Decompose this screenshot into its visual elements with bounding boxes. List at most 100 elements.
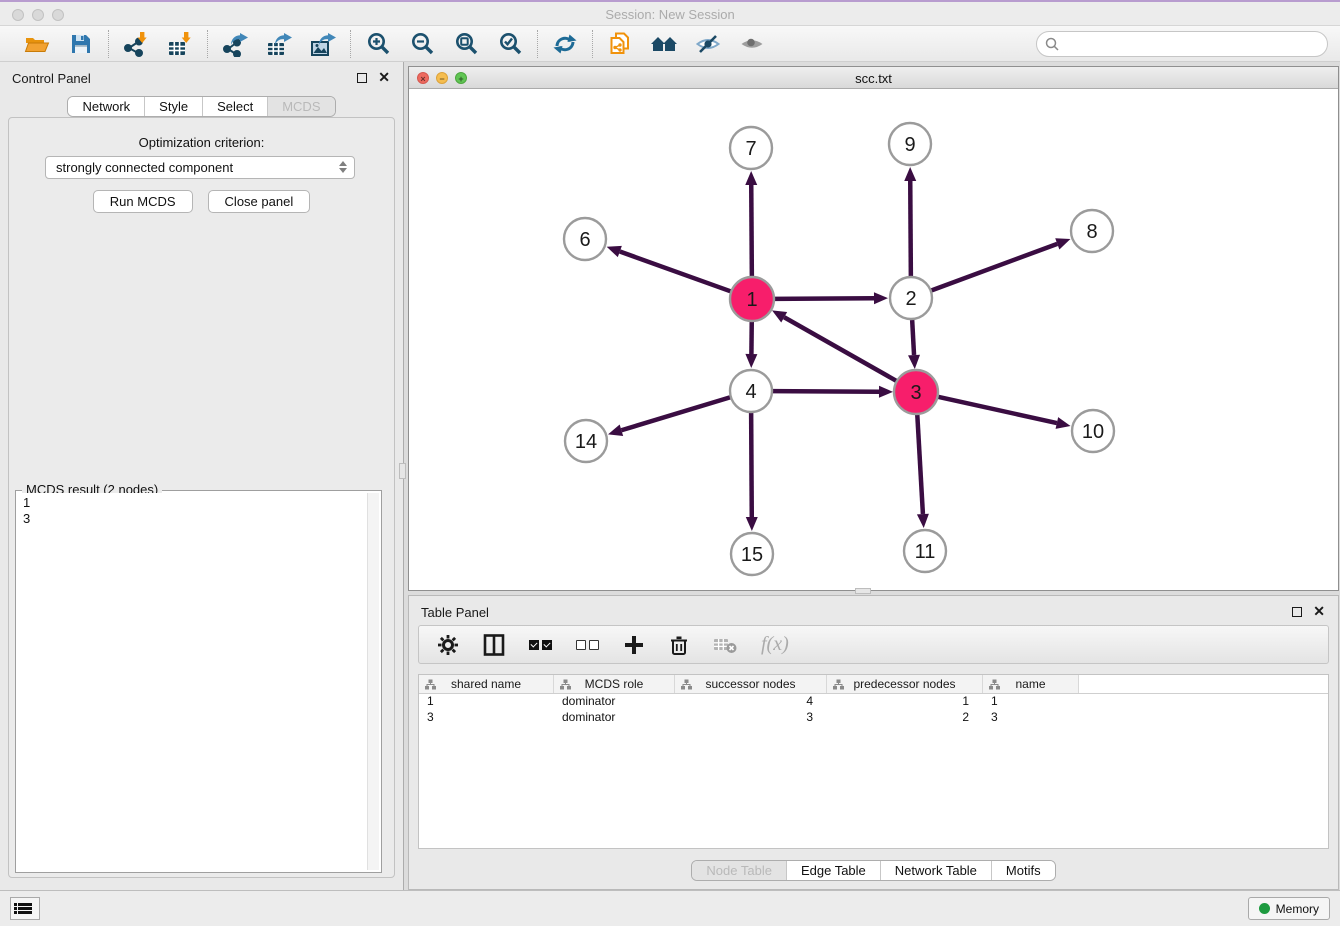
titlebar: Session: New Session	[0, 0, 1340, 26]
graph-node-label: 10	[1082, 421, 1104, 443]
graph-edge-4-15[interactable]	[751, 413, 752, 517]
memory-button[interactable]: Memory	[1248, 897, 1330, 920]
tab-network[interactable]: Network	[68, 97, 145, 116]
graph-edge-3-10[interactable]	[937, 397, 1056, 423]
split-columns-icon[interactable]	[483, 634, 505, 656]
memory-label: Memory	[1276, 902, 1319, 916]
tab-motifs[interactable]: Motifs	[992, 861, 1055, 880]
task-history-button[interactable]	[10, 897, 40, 920]
graph-edge-arrowhead	[1055, 238, 1070, 249]
graph-edge-1-2[interactable]	[774, 298, 874, 299]
network-view-window: × − + scc.txt 1234678910111415	[408, 66, 1339, 591]
graph-node-label: 4	[745, 381, 756, 403]
graph-edge-2-9[interactable]	[910, 181, 911, 276]
table-panel-tabs: Node TableEdge TableNetwork TableMotifs	[691, 860, 1055, 881]
save-session-icon[interactable]	[67, 30, 95, 58]
zoom-in-icon[interactable]	[364, 30, 392, 58]
home-layout-icon[interactable]	[650, 30, 678, 58]
show-panels-eye-icon[interactable]	[738, 30, 766, 58]
graph-edge-2-8[interactable]	[932, 244, 1058, 291]
status-bar: Memory	[0, 890, 1340, 926]
cell-mcds-role[interactable]: dominator	[554, 694, 675, 710]
tab-mcds[interactable]: MCDS	[268, 97, 334, 116]
memory-status-icon	[1259, 903, 1270, 914]
graph-edge-arrowhead	[1056, 417, 1071, 429]
column-header-predecessor-nodes[interactable]: predecessor nodes	[827, 675, 983, 693]
mcds-result-list[interactable]: 13	[18, 493, 367, 870]
horizontal-splitter-handle[interactable]	[855, 588, 871, 594]
refresh-layout-icon[interactable]	[551, 30, 579, 58]
tab-edge-table[interactable]: Edge Table	[787, 861, 881, 880]
export-image-icon[interactable]	[309, 30, 337, 58]
zoom-selected-icon[interactable]	[496, 30, 524, 58]
add-column-plus-icon[interactable]	[623, 634, 645, 656]
tab-style[interactable]: Style	[145, 97, 203, 116]
cell-name[interactable]: 3	[983, 710, 1079, 726]
search-input[interactable]	[1036, 31, 1328, 57]
table-header-row: shared nameMCDS rolesuccessor nodesprede…	[419, 675, 1328, 694]
cell-successor-nodes[interactable]: 3	[675, 710, 827, 726]
tab-select[interactable]: Select	[203, 97, 268, 116]
column-header-name[interactable]: name	[983, 675, 1079, 693]
graph-edge-3-1[interactable]	[784, 317, 897, 381]
export-network-icon[interactable]	[221, 30, 249, 58]
table-row[interactable]: 3dominator323	[419, 710, 1328, 726]
graph-node-label: 2	[905, 288, 916, 310]
network-window-titlebar[interactable]: × − + scc.txt	[409, 67, 1338, 89]
zoom-out-icon[interactable]	[408, 30, 436, 58]
table-panel-maximize-icon[interactable]	[1292, 607, 1302, 617]
column-header-successor-nodes[interactable]: successor nodes	[675, 675, 827, 693]
table-row[interactable]: 1dominator411	[419, 694, 1328, 710]
optimization-criterion-select[interactable]: strongly connected component	[45, 156, 355, 179]
result-scrollbar[interactable]	[367, 493, 379, 870]
control-panel-maximize-icon[interactable]	[357, 73, 367, 83]
graph-edge-arrowhead	[879, 386, 893, 398]
cell-mcds-role[interactable]: dominator	[554, 710, 675, 726]
open-session-icon[interactable]	[23, 30, 51, 58]
cell-predecessor-nodes[interactable]: 2	[827, 710, 983, 726]
export-table-icon[interactable]	[265, 30, 293, 58]
graph-edge-1-6[interactable]	[620, 252, 731, 292]
column-header-mcds-role[interactable]: MCDS role	[554, 675, 675, 693]
graph-edge-arrowhead	[917, 514, 929, 528]
table-panel-close-icon[interactable]: ✕	[1313, 603, 1325, 620]
mcds-result-box: MCDS result (2 nodes) 13	[15, 490, 382, 873]
zoom-fit-icon[interactable]	[452, 30, 480, 58]
cell-name[interactable]: 1	[983, 694, 1079, 710]
graph-edge-2-3[interactable]	[912, 320, 914, 355]
graph-edge-1-7[interactable]	[751, 185, 752, 277]
table-body: 1dominator4113dominator323	[419, 694, 1328, 726]
table-settings-gear-icon[interactable]	[437, 634, 459, 656]
cell-successor-nodes[interactable]: 4	[675, 694, 827, 710]
graph-edge-arrowhead	[908, 355, 920, 369]
list-icon	[18, 902, 32, 916]
run-mcds-button[interactable]: Run MCDS	[93, 190, 193, 213]
control-panel-close-icon[interactable]: ✕	[378, 69, 390, 86]
duplicate-network-icon[interactable]	[606, 30, 634, 58]
tab-network-table[interactable]: Network Table	[881, 861, 992, 880]
import-table-icon[interactable]	[166, 30, 194, 58]
import-network-icon[interactable]	[122, 30, 150, 58]
deselect-all-checkboxes-icon[interactable]	[576, 640, 599, 650]
vertical-splitter-handle[interactable]	[399, 463, 406, 479]
network-graph: 1234678910111415	[409, 89, 1338, 590]
tab-node-table[interactable]: Node Table	[692, 861, 787, 880]
delete-table-icon	[713, 636, 737, 654]
close-panel-button[interactable]: Close panel	[208, 190, 311, 213]
select-stepper-icon	[339, 161, 347, 173]
select-all-checkboxes-icon[interactable]	[529, 640, 552, 650]
hide-panels-eye-slash-icon[interactable]	[694, 30, 722, 58]
cell-shared-name[interactable]: 3	[419, 710, 554, 726]
cell-shared-name[interactable]: 1	[419, 694, 554, 710]
graph-edge-4-14[interactable]	[621, 397, 730, 430]
network-canvas[interactable]: 1234678910111415	[409, 89, 1338, 590]
graph-node-label: 6	[579, 229, 590, 251]
optimization-criterion-value: strongly connected component	[56, 160, 233, 175]
graph-edge-3-11[interactable]	[917, 414, 923, 514]
delete-trash-icon[interactable]	[669, 634, 689, 656]
graph-node-label: 7	[745, 138, 756, 160]
graph-edge-4-3[interactable]	[773, 391, 879, 392]
cell-predecessor-nodes[interactable]: 1	[827, 694, 983, 710]
column-header-shared-name[interactable]: shared name	[419, 675, 554, 693]
control-panel-title: Control Panel	[12, 71, 91, 86]
